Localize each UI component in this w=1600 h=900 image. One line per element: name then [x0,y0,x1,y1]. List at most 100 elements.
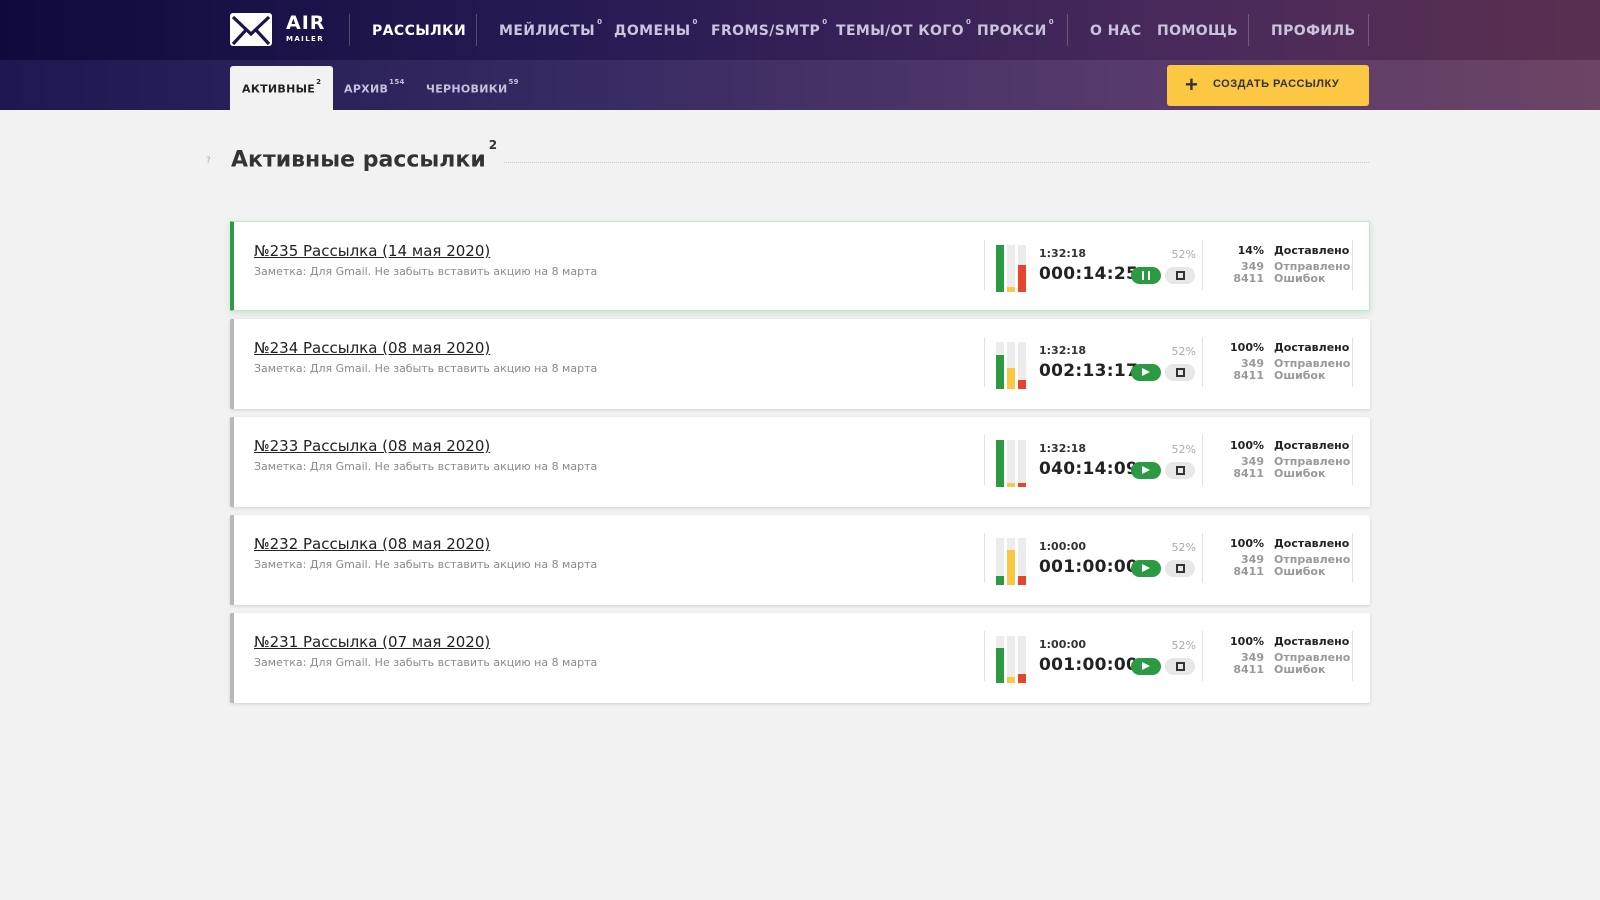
progress-bar [1007,538,1015,585]
stat-delivered-value: 100% [1230,341,1264,354]
logo-air: AIR [286,12,326,34]
campaign-card[interactable]: №233 Рассылка (08 мая 2020) Заметка: Для … [230,417,1370,507]
stat-delivered-value: 100% [1230,635,1264,648]
card-divider [984,435,985,485]
tab-active[interactable]: АКТИВНЫЕ2 [230,66,334,110]
progress-bar-fill [1007,483,1015,487]
logo-wordmark[interactable]: AIR MAILER [286,14,325,43]
progress-bar-fill [1007,367,1015,389]
campaign-note: Заметка: Для Gmail. Не забыть вставить а… [254,656,598,669]
card-divider [1202,631,1203,681]
stop-button[interactable] [1165,560,1195,577]
progress-bar [996,636,1004,683]
campaign-time-total: 1:32:18 [1039,344,1087,357]
campaign-progress-bars [996,245,1026,292]
campaign-progress-bars [996,342,1026,389]
campaign-card[interactable]: №234 Рассылка (08 мая 2020) Заметка: Для … [230,319,1370,409]
campaign-card[interactable]: №231 Рассылка (07 мая 2020) Заметка: Для … [230,613,1370,703]
nav-campaigns[interactable]: РАССЫЛКИ [372,23,466,39]
nav-divider [349,14,350,46]
card-divider [984,631,985,681]
progress-bar [996,342,1004,389]
campaign-title-link[interactable]: №234 Рассылка (08 мая 2020) [254,339,490,357]
nav-divider [1067,14,1068,46]
progress-bar-fill [996,575,1004,585]
progress-bar-fill [996,355,1004,389]
progress-bar-fill [996,245,1004,292]
nav-divider [476,14,477,46]
play-icon [1142,564,1150,572]
stat-delivered-value: 14% [1237,244,1264,257]
tab-archive[interactable]: АРХИВ154 [344,66,405,110]
stop-icon [1176,271,1185,280]
stop-button[interactable] [1165,462,1195,479]
play-button[interactable] [1131,364,1161,381]
play-icon [1142,368,1150,376]
mail-logo-icon[interactable] [230,13,272,46]
campaign-card[interactable]: №235 Рассылка (14 мая 2020) Заметка: Для … [230,221,1370,311]
progress-bar [1018,440,1026,487]
nav-about[interactable]: О НАС [1090,23,1142,39]
progress-bar [1018,245,1026,292]
campaign-card[interactable]: №232 Рассылка (08 мая 2020) Заметка: Для … [230,515,1370,605]
card-divider [1352,337,1353,387]
progress-bar [1018,538,1026,585]
stop-button[interactable] [1165,267,1195,284]
stat-errors-label: Ошибок [1274,272,1326,285]
title-divider [504,162,1369,163]
stat-delivered-label: Доставлено [1274,341,1350,354]
nav-domains[interactable]: ДОМЕНЫ0 [614,18,698,39]
campaign-percent: 52% [1171,345,1196,358]
create-campaign-button[interactable]: + СОЗДАТЬ РАССЫЛКУ [1167,65,1369,106]
nav-help[interactable]: ПОМОЩЬ [1157,23,1238,39]
progress-bar-fill [1007,549,1015,585]
stop-icon [1176,368,1185,377]
stat-delivered-value: 100% [1230,537,1264,550]
card-divider [1202,240,1203,290]
campaign-elapsed-time: 040:14:09 [1039,459,1139,479]
pause-icon [1142,271,1150,280]
card-divider [984,240,985,290]
campaign-title-link[interactable]: №232 Рассылка (08 мая 2020) [254,535,490,553]
stop-button[interactable] [1165,364,1195,381]
campaign-progress-bars [996,440,1026,487]
pause-button[interactable] [1131,267,1161,284]
progress-bar-fill [1007,287,1015,292]
progress-bar [1007,440,1015,487]
card-divider [1352,435,1353,485]
card-divider [1352,631,1353,681]
stat-delivered-value: 100% [1230,439,1264,452]
play-button[interactable] [1131,560,1161,577]
page-title: Активные рассылки2 [231,138,498,173]
tab-drafts[interactable]: ЧЕРНОВИКИ59 [426,66,519,110]
campaign-time-total: 1:00:00 [1039,638,1087,651]
nav-proxies[interactable]: ПРОКСИ0 [977,18,1054,39]
play-button[interactable] [1131,658,1161,675]
help-icon[interactable]: ? [206,156,211,166]
campaign-title-link[interactable]: №233 Рассылка (08 мая 2020) [254,437,490,455]
stop-icon [1176,466,1185,475]
campaign-percent: 52% [1171,443,1196,456]
nav-subjects[interactable]: ТЕМЫ/ОТ КОГО0 [836,18,971,39]
progress-bar [996,440,1004,487]
progress-bar-fill [1018,379,1026,389]
nav-froms-smtp[interactable]: FROMS/SMTP0 [711,18,827,39]
progress-bar [1018,636,1026,683]
campaign-title-link[interactable]: №231 Рассылка (07 мая 2020) [254,633,490,651]
campaign-title-link[interactable]: №235 Рассылка (14 мая 2020) [254,242,490,260]
stop-icon [1176,564,1185,573]
stat-errors-value: 8411 [1233,565,1264,578]
progress-bar [996,538,1004,585]
stop-button[interactable] [1165,658,1195,675]
nav-maillists[interactable]: МЕЙЛИСТЫ0 [499,18,602,39]
progress-bar-fill [996,647,1004,683]
campaign-time-total: 1:32:18 [1039,442,1087,455]
campaign-percent: 52% [1171,541,1196,554]
stat-delivered-label: Доставлено [1274,439,1350,452]
progress-bar [1018,342,1026,389]
play-button[interactable] [1131,462,1161,479]
nav-profile[interactable]: ПРОФИЛЬ [1271,23,1356,39]
campaign-percent: 52% [1171,248,1196,261]
campaign-percent: 52% [1171,639,1196,652]
page-title-count: 2 [488,138,498,152]
